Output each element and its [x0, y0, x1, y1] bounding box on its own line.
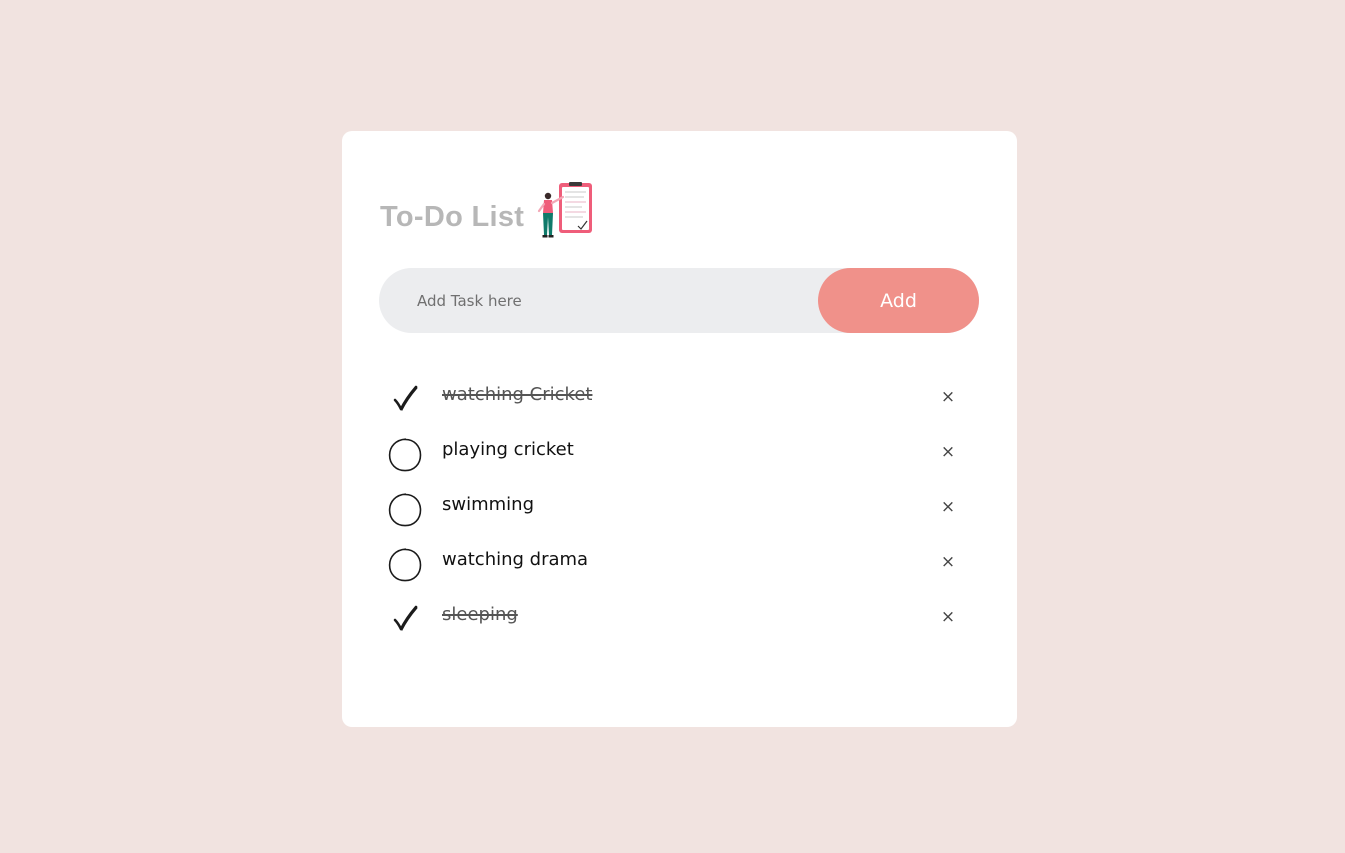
page-title: To-Do List — [380, 200, 525, 233]
list-item[interactable]: swimming × — [386, 477, 976, 532]
close-icon[interactable]: × — [936, 495, 960, 519]
close-icon[interactable]: × — [936, 385, 960, 409]
task-label: playing cricket — [442, 439, 574, 460]
list-item[interactable]: watching drama × — [386, 532, 976, 587]
todo-card: To-Do List Add Task here Add watching Cr… — [342, 131, 1017, 727]
header: To-Do List — [380, 181, 596, 243]
circle-icon[interactable] — [386, 436, 424, 474]
list-item[interactable]: sleeping × — [386, 587, 976, 642]
task-input[interactable] — [379, 268, 809, 333]
task-label: watching drama — [442, 549, 589, 570]
close-icon[interactable]: × — [936, 605, 960, 629]
task-list: watching Cricket × playing cricket × swi… — [386, 367, 976, 642]
add-button[interactable]: Add — [818, 268, 979, 333]
circle-icon[interactable] — [386, 546, 424, 584]
add-task-bar: Add — [379, 268, 979, 333]
task-label: sleeping — [442, 604, 518, 625]
list-item[interactable]: watching Cricket × — [386, 367, 976, 422]
task-label: swimming — [442, 494, 535, 515]
circle-icon[interactable] — [386, 491, 424, 529]
task-label: watching Cricket — [442, 384, 593, 405]
clipboard-checklist-illustration-icon — [538, 182, 593, 238]
close-icon[interactable]: × — [936, 550, 960, 574]
check-icon[interactable] — [386, 601, 424, 639]
check-icon[interactable] — [386, 381, 424, 419]
list-item[interactable]: playing cricket × — [386, 422, 976, 477]
close-icon[interactable]: × — [936, 440, 960, 464]
